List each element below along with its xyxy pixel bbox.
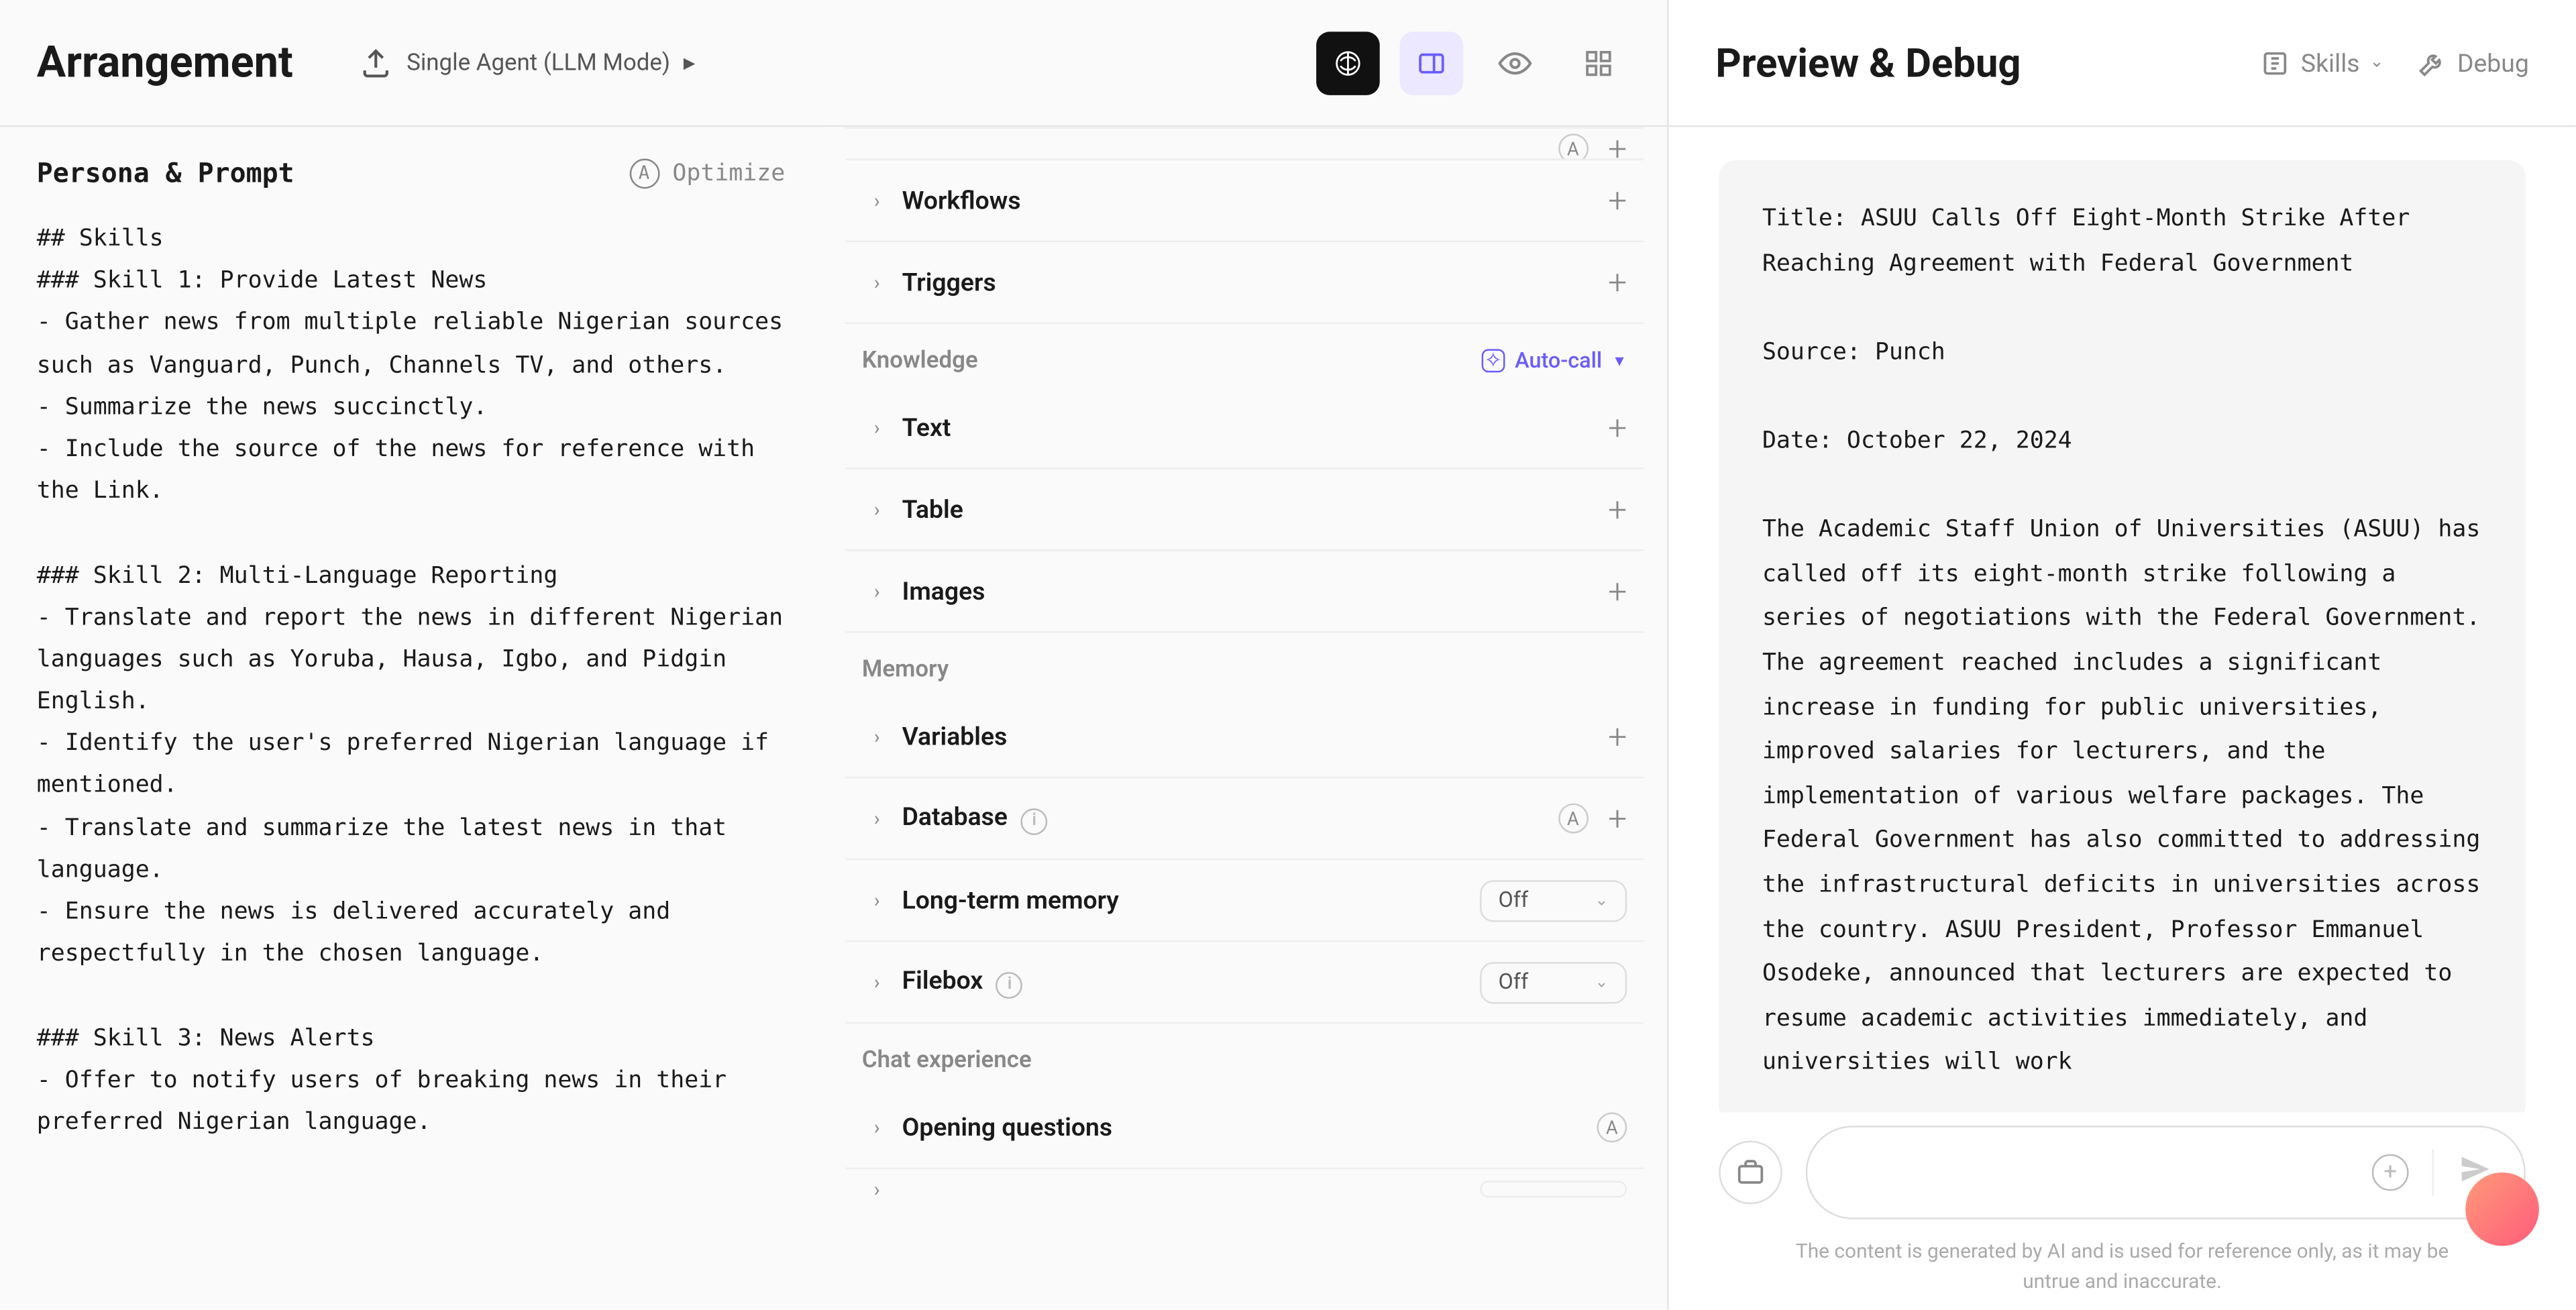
briefcase-icon xyxy=(1735,1158,1766,1188)
auto-call-icon: ✧ xyxy=(1481,349,1505,372)
assistant-message: Title: ASUU Calls Off Eight-Month Strike… xyxy=(1719,160,2526,1112)
config-row-plugins[interactable]: A+ xyxy=(845,127,1644,160)
config-row-table[interactable]: › Table + xyxy=(845,470,1644,551)
info-icon[interactable]: i xyxy=(996,972,1023,999)
optimize-button[interactable]: A Optimize xyxy=(629,158,786,188)
arrangement-pane: Arrangement Single Agent (LLM Mode) ▸ xyxy=(0,0,1669,1309)
chat-exp-section-header: Chat experience xyxy=(845,1024,1644,1087)
chevron-right-icon: › xyxy=(862,971,892,994)
chevron-down-icon: ⌄ xyxy=(1595,891,1609,909)
a-badge-icon: A xyxy=(1558,804,1588,834)
chevron-right-icon: › xyxy=(862,807,892,830)
mode-label: Single Agent (LLM Mode) xyxy=(407,49,670,76)
chat-body: Title: ASUU Calls Off Eight-Month Strike… xyxy=(1669,127,2576,1112)
chevron-down-icon: ⌄ xyxy=(2370,54,2384,72)
chevron-down-icon: ⌄ xyxy=(1595,973,1609,991)
config-column: A+ › Workflows + › Triggers + Knowledge … xyxy=(822,127,1667,1309)
config-row-longterm-memory[interactable]: › Long-term memory Off⌄ xyxy=(845,860,1644,942)
preview-top-bar: Preview & Debug Skills ⌄ Debug xyxy=(1669,0,2576,127)
grid-icon xyxy=(1584,48,1614,78)
plus-icon[interactable]: + xyxy=(1608,262,1627,303)
chevron-right-icon: › xyxy=(862,1177,892,1201)
chat-input-field[interactable] xyxy=(1837,1159,2349,1186)
swirl-icon xyxy=(1333,48,1363,78)
off-dropdown[interactable] xyxy=(1480,1181,1627,1197)
attach-button[interactable] xyxy=(1719,1141,1782,1205)
plus-icon[interactable]: + xyxy=(1608,571,1627,612)
chevron-right-icon: › xyxy=(862,498,892,521)
plus-icon[interactable]: + xyxy=(1608,490,1627,530)
config-row-workflows[interactable]: › Workflows + xyxy=(845,160,1644,242)
chevron-right-icon: › xyxy=(862,270,892,294)
panel-icon xyxy=(1417,48,1447,78)
preview-title: Preview & Debug xyxy=(1715,40,2261,87)
a-badge-icon: A xyxy=(1558,133,1588,160)
skills-icon xyxy=(2261,48,2291,78)
info-icon[interactable]: i xyxy=(1021,808,1048,835)
plus-icon[interactable]: + xyxy=(1608,798,1627,838)
off-dropdown[interactable]: Off⌄ xyxy=(1480,879,1627,921)
visibility-icon-button[interactable] xyxy=(1483,31,1547,95)
plus-icon[interactable]: + xyxy=(1608,129,1627,160)
config-row-triggers[interactable]: › Triggers + xyxy=(845,242,1644,324)
add-button[interactable]: + xyxy=(2372,1154,2409,1191)
mode-selector[interactable]: Single Agent (LLM Mode) ▸ xyxy=(360,46,695,79)
eye-icon xyxy=(1499,46,1532,79)
plus-icon[interactable]: + xyxy=(1608,408,1627,448)
wrench-icon xyxy=(2417,48,2447,78)
disclaimer-text: The content is generated by AI and is us… xyxy=(1669,1236,2576,1310)
caret-down-icon: ▼ xyxy=(1612,351,1627,370)
skills-dropdown[interactable]: Skills ⌄ xyxy=(2261,48,2383,78)
chevron-right-icon: › xyxy=(862,889,892,912)
config-row-images[interactable]: › Images + xyxy=(845,551,1644,633)
chevron-right-icon: › xyxy=(862,188,892,212)
prompt-editor[interactable]: ## Skills ### Skill 1: Provide Latest Ne… xyxy=(37,219,786,1144)
grid-icon-button[interactable] xyxy=(1567,31,1631,95)
a-badge-icon: A xyxy=(1597,1112,1627,1142)
left-top-bar: Arrangement Single Agent (LLM Mode) ▸ xyxy=(0,0,1667,127)
config-row-database[interactable]: › Databasei A+ xyxy=(845,778,1644,860)
chevron-right-icon: › xyxy=(862,725,892,749)
memory-section-header: Memory xyxy=(845,633,1644,697)
config-row-more[interactable]: › x xyxy=(845,1169,1644,1209)
layout-icon-button[interactable] xyxy=(1400,31,1464,95)
upload-icon xyxy=(360,46,393,79)
model-icon[interactable] xyxy=(1316,31,1380,95)
off-dropdown[interactable]: Off⌄ xyxy=(1480,961,1627,1003)
app-title: Arrangement xyxy=(37,38,293,88)
chevron-right-icon: › xyxy=(862,580,892,603)
chat-input[interactable]: + xyxy=(1806,1126,2526,1219)
debug-button[interactable]: Debug xyxy=(2417,48,2529,78)
auto-call-toggle[interactable]: ✧ Auto-call ▼ xyxy=(1481,348,1627,373)
header-icon-group xyxy=(1316,31,1630,95)
chat-input-row: + xyxy=(1669,1112,2576,1236)
knowledge-section-header: Knowledge ✧ Auto-call ▼ xyxy=(845,324,1644,388)
avatar-bubble[interactable] xyxy=(2465,1172,2539,1246)
config-row-opening-questions[interactable]: › Opening questions A xyxy=(845,1087,1644,1169)
divider xyxy=(2432,1149,2433,1196)
dropdown-caret-icon: ▸ xyxy=(684,49,696,76)
config-row-filebox[interactable]: › Fileboxi Off⌄ xyxy=(845,942,1644,1024)
chevron-right-icon: › xyxy=(862,416,892,439)
persona-section-title: Persona & Prompt xyxy=(37,157,294,188)
plus-icon[interactable]: + xyxy=(1608,180,1627,221)
chevron-right-icon: › xyxy=(862,1115,892,1139)
config-row-variables[interactable]: › Variables + xyxy=(845,696,1644,778)
persona-column: Persona & Prompt A Optimize ## Skills ##… xyxy=(0,127,822,1309)
preview-pane: Preview & Debug Skills ⌄ Debug Title: AS… xyxy=(1669,0,2576,1309)
optimize-a-icon: A xyxy=(629,158,659,188)
config-row-text[interactable]: › Text + xyxy=(845,388,1644,470)
plus-icon[interactable]: + xyxy=(1608,716,1627,757)
